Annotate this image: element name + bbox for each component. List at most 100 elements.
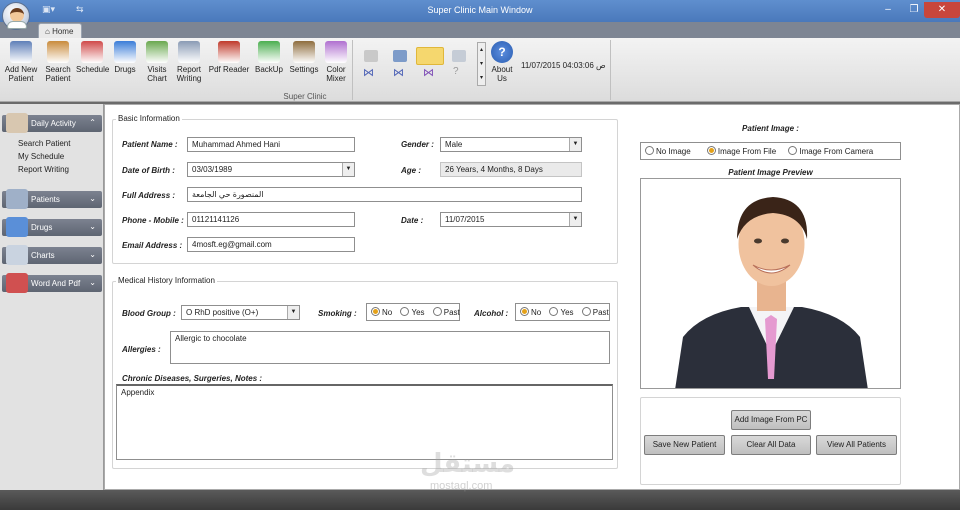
- vs-icon-1[interactable]: ⋈: [363, 66, 374, 79]
- blood-group-select[interactable]: O RhD positive (O+) ▼: [181, 305, 300, 320]
- allergies-input[interactable]: Allergic to chocolate: [170, 331, 610, 364]
- image-from-camera-option[interactable]: Image From Camera: [788, 146, 873, 156]
- patient-photo: [640, 178, 901, 389]
- drugs-icon: [6, 217, 28, 237]
- phone-input[interactable]: 01121141126: [187, 212, 355, 227]
- ribbon-separator-2: [610, 40, 611, 100]
- visits-chart-icon: [146, 41, 168, 63]
- clear-all-data-button[interactable]: Clear All Data: [731, 435, 811, 455]
- chevron-down-icon: ⌄: [89, 194, 96, 203]
- radio-icon: [645, 146, 654, 155]
- sidebar: [0, 104, 104, 490]
- minimize-button[interactable]: –: [876, 2, 900, 18]
- mini-icon-3-selected[interactable]: [416, 47, 444, 65]
- ribbon-button-backup[interactable]: BackUp: [253, 41, 285, 89]
- radio-checked-icon: [706, 146, 716, 155]
- sidebar-link-report-writing[interactable]: Report Writing: [18, 165, 69, 174]
- ribbon-button-schedule[interactable]: Schedule: [76, 41, 109, 89]
- image-from-file-label: Image From File: [717, 147, 777, 156]
- no-image-option[interactable]: No Image: [645, 146, 691, 156]
- ribbon-button-add-new-patient[interactable]: Add New Patient: [3, 41, 39, 89]
- image-preview-label: Patient Image Preview: [728, 168, 813, 177]
- alcohol-label: Alcohol :: [474, 309, 509, 318]
- ribbon-button-search-patient[interactable]: Search Patient: [41, 41, 75, 89]
- medical-history-title: Medical History Information: [116, 276, 217, 285]
- alcohol-past-label: Past: [592, 308, 609, 317]
- sidebar-link-my-schedule[interactable]: My Schedule: [18, 152, 64, 161]
- ribbon-separator: [352, 40, 353, 100]
- about-us-button[interactable]: ? About Us: [487, 41, 517, 89]
- smoking-yes-option[interactable]: Yes: [400, 307, 425, 317]
- sidebar-section-label: Word And Pdf: [31, 279, 81, 288]
- gallery-scroll[interactable]: ▴ ▾ ▾: [477, 42, 486, 86]
- save-new-patient-button[interactable]: Save New Patient: [644, 435, 725, 455]
- sidebar-link-search-patient[interactable]: Search Patient: [18, 139, 70, 148]
- ribbon-button-drugs[interactable]: Drugs: [110, 41, 140, 89]
- sidebar-section-word-and-pdf[interactable]: Word And Pdf ⌄: [2, 273, 102, 293]
- ribbon-button-report-writing[interactable]: Report Writing: [174, 41, 204, 89]
- smoking-label: Smoking :: [318, 309, 357, 318]
- mini-icon-1[interactable]: [364, 50, 378, 62]
- view-all-patients-button[interactable]: View All Patients: [816, 435, 897, 455]
- about-label-2: Us: [497, 74, 507, 83]
- patient-name-input[interactable]: Muhammad Ahmed Hani: [187, 137, 355, 152]
- image-from-file-option[interactable]: Image From File: [706, 146, 777, 156]
- visits-chart-label-2: Chart: [147, 74, 167, 83]
- vs-icon-2[interactable]: ⋈: [393, 66, 404, 79]
- smoking-no-option[interactable]: No: [371, 307, 393, 317]
- alcohol-no-option[interactable]: No: [520, 307, 541, 317]
- alcohol-past-option[interactable]: Past: [581, 307, 609, 317]
- add-image-button[interactable]: Add Image From PC: [731, 410, 811, 430]
- gender-select[interactable]: Male ▼: [440, 137, 582, 152]
- sidebar-section-patients[interactable]: Patients ⌄: [2, 189, 102, 209]
- chevron-down-icon: ⌄: [89, 278, 96, 287]
- radio-icon: [581, 307, 591, 316]
- ribbon-group-label: Super Clinic: [283, 92, 327, 101]
- ribbon-button-visits-chart[interactable]: Visits Chart: [143, 41, 171, 89]
- vs-icon-3[interactable]: ⋈: [423, 66, 434, 79]
- sidebar-section-label: Charts: [31, 251, 55, 260]
- radio-icon: [549, 307, 559, 316]
- ribbon-button-color-mixer[interactable]: Color Mixer: [322, 41, 350, 89]
- patient-photo-illustration: [675, 197, 868, 388]
- quick-access-icon[interactable]: ⇆: [76, 4, 84, 15]
- color-mixer-label-1: Color: [326, 65, 346, 74]
- ribbon-button-pdf-reader[interactable]: Pdf Reader: [207, 41, 251, 89]
- home-icon: ⌂: [45, 27, 53, 36]
- gender-label: Gender :: [401, 140, 434, 149]
- sidebar-section-label: Drugs: [31, 223, 53, 232]
- mini-icon-4[interactable]: [452, 50, 466, 62]
- smoking-past-option[interactable]: Past: [432, 307, 460, 317]
- settings-icon: [293, 41, 315, 63]
- alcohol-yes-label: Yes: [560, 308, 574, 317]
- sidebar-section-label: Daily Activity: [31, 119, 76, 128]
- email-input[interactable]: 4mosft.eg@gmail.com: [187, 237, 355, 252]
- app-menu-button[interactable]: [2, 2, 30, 30]
- word-and-pdf-icon: [6, 273, 28, 293]
- patient-name-label: Patient Name :: [122, 140, 178, 149]
- date-picker[interactable]: 11/07/2015 ▼: [440, 212, 582, 227]
- alcohol-yes-option[interactable]: Yes: [549, 307, 574, 317]
- email-label: Email Address :: [122, 241, 183, 250]
- ribbon-button-settings[interactable]: Settings: [287, 41, 321, 89]
- report-writing-label-2: Writing: [176, 74, 202, 83]
- smoking-no-label: No: [382, 308, 393, 317]
- search-patient-label-2: Patient: [45, 74, 71, 83]
- sidebar-section-drugs[interactable]: Drugs ⌄: [2, 217, 102, 237]
- doctor-icon: [10, 8, 24, 22]
- window-title: Super Clinic Main Window: [427, 5, 533, 15]
- no-image-label: No Image: [656, 147, 691, 156]
- dob-picker[interactable]: 03/03/1989 ▼: [187, 162, 355, 177]
- close-button[interactable]: ✕: [924, 2, 960, 18]
- quick-save-icon[interactable]: ▣▾: [42, 4, 55, 15]
- mini-icon-2[interactable]: [393, 50, 407, 62]
- sidebar-section-daily-activity[interactable]: Daily Activity ⌃: [2, 113, 102, 133]
- chronic-notes-textarea[interactable]: Appendix: [116, 384, 613, 460]
- help-mini-icon[interactable]: ?: [453, 66, 459, 77]
- sidebar-section-charts[interactable]: Charts ⌄: [2, 245, 102, 265]
- dob-value: 03/03/1989: [192, 165, 233, 174]
- tab-home[interactable]: ⌂ Home: [38, 23, 82, 39]
- chronic-label: Chronic Diseases, Surgeries, Notes :: [122, 374, 263, 383]
- restore-button[interactable]: ❐: [902, 2, 926, 18]
- address-input[interactable]: المنصورة حي الجامعة: [187, 187, 582, 202]
